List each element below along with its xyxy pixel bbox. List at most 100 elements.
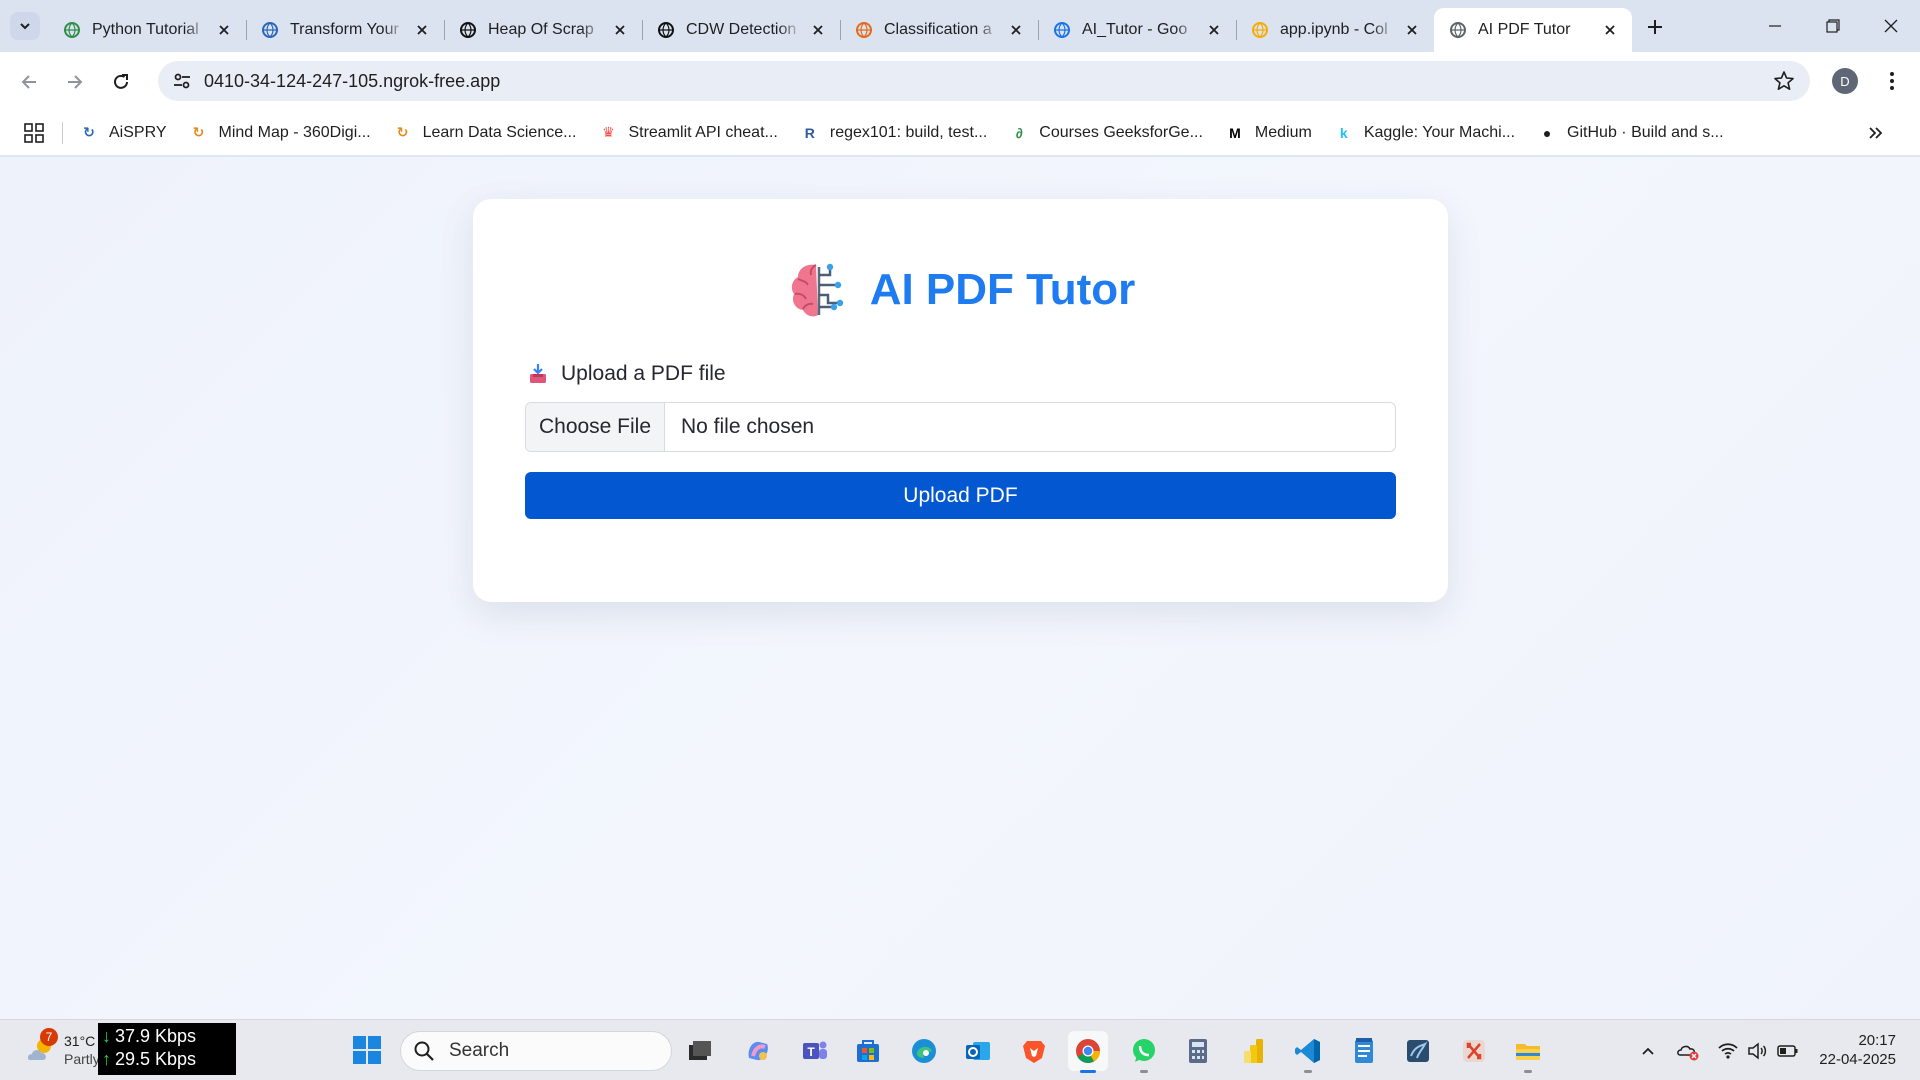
restore-icon [1826, 19, 1840, 33]
explorer-running-indicator [1524, 1070, 1532, 1073]
reload-button[interactable] [104, 65, 138, 99]
bookmark-item[interactable]: ↻ Learn Data Science... [393, 123, 577, 143]
taskbar-search[interactable]: Search [400, 1031, 672, 1071]
edge-icon[interactable] [904, 1031, 944, 1071]
tab-title: CDW Detection [686, 21, 797, 38]
search-icon [414, 1041, 434, 1061]
browser-menu-button[interactable] [1876, 65, 1908, 97]
bookmark-item[interactable]: M Medium [1225, 123, 1312, 143]
wifi-icon[interactable] [1716, 1039, 1740, 1063]
back-button[interactable] [12, 65, 46, 99]
github-icon: ● [1542, 124, 1552, 141]
brave-icon[interactable] [1014, 1031, 1054, 1071]
browser-tab[interactable]: Transform Your [246, 8, 444, 52]
tab-close-button[interactable] [1204, 20, 1224, 40]
browser-tab[interactable]: Heap Of Scrap [444, 8, 642, 52]
new-tab-button[interactable] [1640, 12, 1670, 42]
powerbi-icon[interactable] [1234, 1031, 1274, 1071]
calculator-icon[interactable] [1178, 1031, 1218, 1071]
pdf-file-input[interactable]: Choose File No file chosen [525, 402, 1396, 452]
bookmark-item[interactable]: k Kaggle: Your Machi... [1334, 123, 1515, 143]
system-clock[interactable]: 20:17 22-04-2025 [1812, 1031, 1896, 1069]
store-icon[interactable] [848, 1031, 888, 1071]
browser-tab[interactable]: CDW Detection [642, 8, 840, 52]
sql-workbench-icon[interactable] [1398, 1031, 1438, 1071]
medium-icon: M [1229, 124, 1241, 141]
browser-tab[interactable]: Python Tutorial [48, 8, 246, 52]
chrome-icon[interactable] [1068, 1031, 1108, 1073]
star-icon [1774, 71, 1794, 90]
close-window-button[interactable] [1862, 0, 1920, 52]
choose-file-button[interactable]: Choose File [526, 403, 665, 451]
upload-label: Upload a PDF file [527, 362, 726, 386]
minimize-button[interactable] [1746, 0, 1804, 52]
tab-search-button[interactable] [10, 12, 40, 40]
weather-widget[interactable]: 7 31°C Partly [24, 1028, 100, 1068]
tab-close-button[interactable] [1600, 20, 1620, 40]
vscode-icon[interactable] [1288, 1031, 1328, 1073]
teams-icon[interactable]: T [794, 1031, 834, 1071]
double-chevron-right-icon [1869, 127, 1883, 139]
tab-close-button[interactable] [610, 20, 630, 40]
bookmark-label: Learn Data Science... [422, 123, 577, 141]
bookmarks-list: ↻ AiSPRY ↻ Mind Map - 360Digi... ↻ Learn Data… [79, 123, 1746, 143]
bookmark-item[interactable]: ↻ Mind Map - 360Digi... [189, 123, 371, 143]
download-speed: ↓ 37.9 Kbps [102, 1025, 236, 1048]
onedrive-offline-icon[interactable] [1676, 1039, 1700, 1063]
browser-tab[interactable]: AI PDF Tutor [1434, 8, 1632, 52]
tab-close-button[interactable] [214, 20, 234, 40]
whatsapp-icon[interactable] [1124, 1031, 1164, 1073]
browser-tab[interactable]: app.ipynb - Col [1236, 8, 1434, 52]
bookmark-star-button[interactable] [1772, 69, 1796, 93]
bookmark-item[interactable]: ∂ Courses GeeksforGe... [1009, 123, 1203, 143]
url-text[interactable]: 0410-34-124-247-105.ngrok-free.app [204, 71, 500, 92]
heap-of-scrap-icon [458, 20, 478, 40]
close-icon [1209, 25, 1219, 35]
notepad-icon[interactable] [1344, 1031, 1384, 1071]
restore-button[interactable] [1804, 0, 1862, 52]
close-icon [219, 25, 229, 35]
battery-icon[interactable] [1776, 1039, 1800, 1063]
site-info-button[interactable] [164, 65, 200, 97]
bookmark-item[interactable]: ● GitHub · Build and s... [1537, 123, 1724, 143]
forward-button[interactable] [58, 65, 92, 99]
close-icon [813, 25, 823, 35]
arrow-right-icon [68, 75, 83, 89]
bookmark-label: Medium [1254, 123, 1312, 141]
vscode-running-indicator [1304, 1070, 1312, 1073]
browser-tab[interactable]: Classification a [840, 8, 1038, 52]
bookmark-label: Kaggle: Your Machi... [1363, 123, 1516, 141]
aispry-icon: ↻ [83, 124, 95, 140]
bookmark-item[interactable]: ↻ AiSPRY [79, 123, 167, 143]
windows-start-icon[interactable] [352, 1035, 382, 1065]
xampp-icon[interactable] [1454, 1031, 1494, 1071]
brain-circuit-icon [791, 263, 843, 317]
address-bar[interactable]: 0410-34-124-247-105.ngrok-free.app [158, 61, 1810, 101]
bookmark-item[interactable]: Rregex101: build, test... [800, 123, 988, 143]
show-hidden-icons-button[interactable] [1636, 1039, 1660, 1063]
colab-icon [1250, 20, 1270, 40]
file-explorer-icon[interactable] [1508, 1031, 1548, 1073]
more-bookmarks-button[interactable] [1864, 122, 1886, 144]
close-icon [1605, 25, 1615, 35]
bookmark-item[interactable]: ♛ Streamlit API cheat... [598, 123, 778, 143]
close-icon [1884, 19, 1898, 33]
tab-close-button[interactable] [808, 20, 828, 40]
tab-close-button[interactable] [412, 20, 432, 40]
tab-close-button[interactable] [1402, 20, 1422, 40]
360digitmg-icon: ↻ [192, 124, 205, 140]
tab-close-button[interactable] [1006, 20, 1026, 40]
outlook-icon[interactable] [958, 1031, 998, 1071]
copilot-icon[interactable] [738, 1031, 778, 1071]
task-view-icon[interactable] [680, 1031, 720, 1071]
whatsapp-running-indicator [1140, 1070, 1148, 1073]
volume-icon[interactable] [1746, 1039, 1770, 1063]
kaggle-icon: k [1339, 124, 1348, 141]
upload-pdf-button[interactable]: Upload PDF [525, 472, 1396, 519]
profile-avatar[interactable]: D [1832, 68, 1858, 94]
browser-tab[interactable]: AI_Tutor - Goo [1038, 8, 1236, 52]
close-icon [417, 25, 427, 35]
bookmark-label: AiSPRY [109, 123, 167, 141]
geeksforgeeks-icon [62, 20, 82, 40]
apps-button[interactable] [18, 117, 50, 149]
